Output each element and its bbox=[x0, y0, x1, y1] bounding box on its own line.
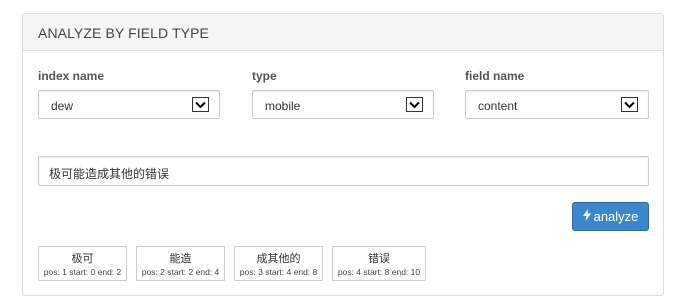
token-meta: pos: 1 start: 0 end: 2 bbox=[43, 267, 122, 277]
token-meta: pos: 3 start: 4 end: 8 bbox=[239, 267, 318, 277]
token-card: 能造 pos: 2 start: 2 end: 4 bbox=[136, 246, 225, 281]
type-select[interactable]: mobile bbox=[252, 90, 434, 119]
token-term: 极可 bbox=[71, 252, 94, 265]
field-name-label: field name bbox=[465, 69, 525, 83]
token-term: 成其他的 bbox=[256, 252, 301, 265]
token-term: 能造 bbox=[169, 252, 192, 265]
field-name-value: content bbox=[478, 99, 518, 113]
analyze-panel: ANALYZE BY FIELD TYPE index name dew typ… bbox=[22, 13, 664, 296]
index-name-select[interactable]: dew bbox=[38, 90, 220, 119]
analyze-text-input[interactable]: 极可能造成其他的错误 bbox=[38, 156, 649, 186]
token-meta: pos: 2 start: 2 end: 4 bbox=[141, 267, 220, 277]
chevron-down-icon[interactable] bbox=[192, 97, 209, 112]
bolt-icon bbox=[582, 209, 591, 224]
chevron-down-icon[interactable] bbox=[406, 97, 423, 112]
index-name-label: index name bbox=[38, 69, 105, 83]
token-card: 成其他的 pos: 3 start: 4 end: 8 bbox=[234, 246, 323, 281]
analyze-button-label: analyze bbox=[593, 209, 639, 224]
type-value: mobile bbox=[265, 99, 301, 113]
chevron-down-icon[interactable] bbox=[621, 97, 638, 112]
analyze-button[interactable]: analyze bbox=[572, 202, 649, 231]
token-card: 错误 pos: 4 start: 8 end: 10 bbox=[332, 246, 426, 281]
panel-title: ANALYZE BY FIELD TYPE bbox=[23, 14, 663, 51]
index-name-value: dew bbox=[51, 99, 74, 113]
type-label: type bbox=[252, 69, 277, 83]
token-card: 极可 pos: 1 start: 0 end: 2 bbox=[38, 246, 127, 281]
field-name-select[interactable]: content bbox=[465, 90, 649, 119]
token-meta: pos: 4 start: 8 end: 10 bbox=[337, 267, 421, 277]
token-term: 错误 bbox=[368, 252, 390, 265]
